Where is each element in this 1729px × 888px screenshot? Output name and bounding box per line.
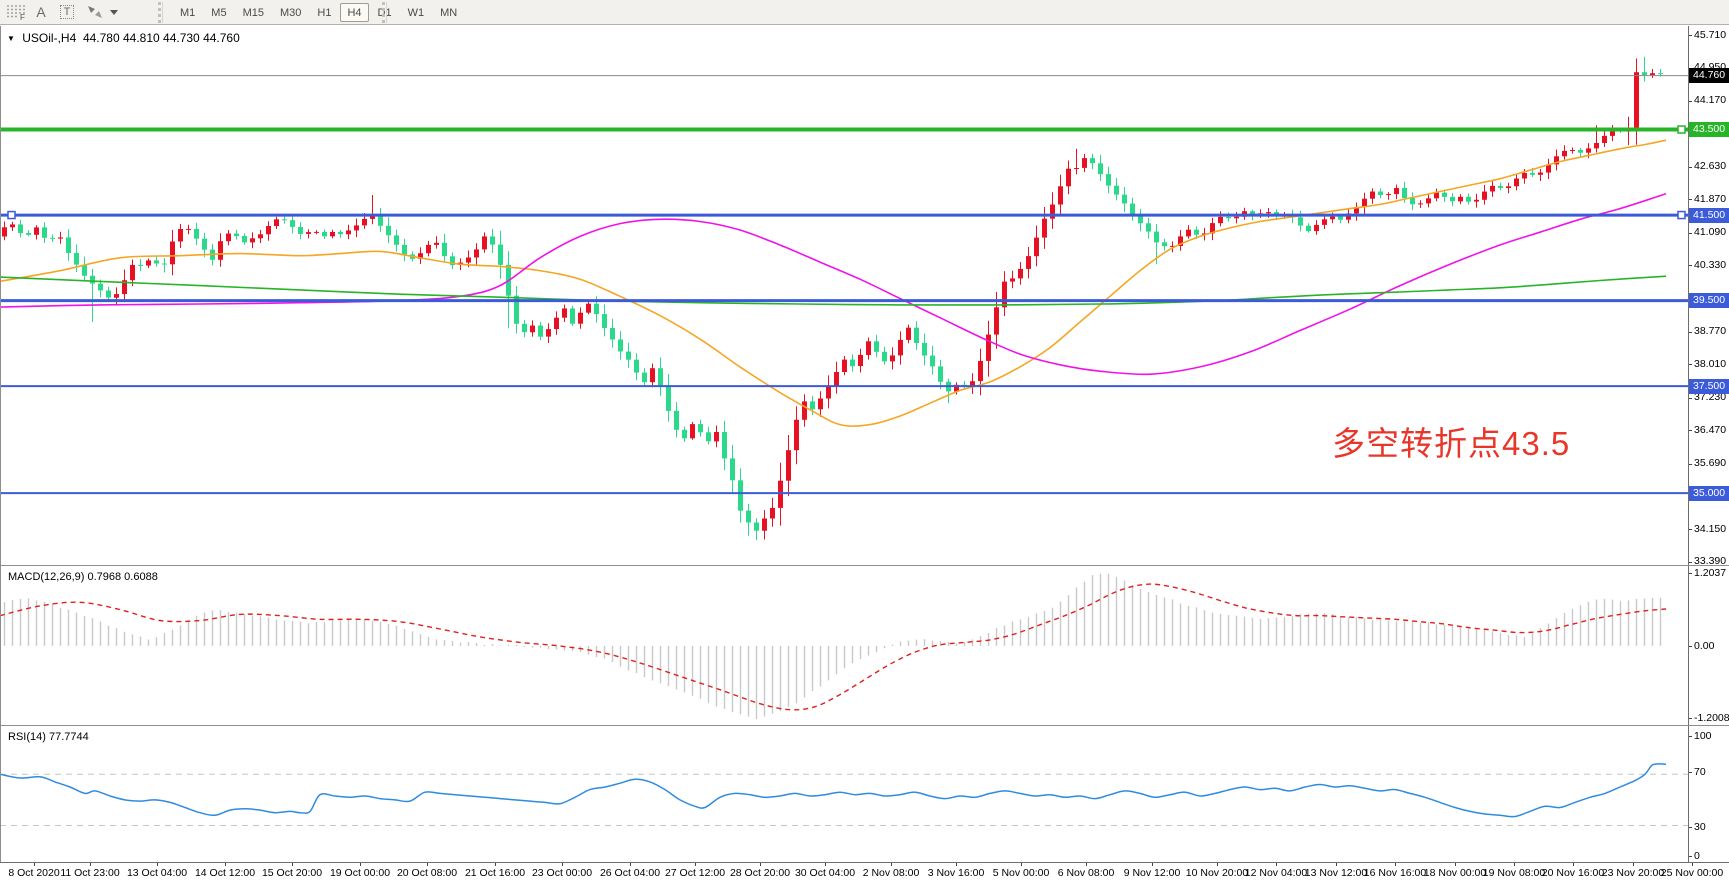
toolbar: F A T M1M5M15M30H1H4D1W1MN [0, 0, 1729, 25]
arrows-dropdown-caret[interactable] [108, 3, 120, 21]
axis-separator-line [1688, 26, 1689, 862]
time-tick-label: 14 Oct 12:00 [195, 867, 255, 879]
time-tick-label: 13 Oct 04:00 [127, 867, 187, 879]
price-tick-label: 42.630 [1694, 160, 1726, 172]
level-badge: 41.500 [1689, 208, 1729, 223]
toolbar-separator [382, 2, 387, 23]
price-tick-label: 34.150 [1694, 523, 1726, 535]
time-tick-label: 9 Nov 12:00 [1124, 867, 1181, 879]
level-line-handle[interactable] [8, 212, 15, 219]
fast-ma-line[interactable] [0, 140, 1666, 426]
panel-separator[interactable] [0, 565, 1729, 566]
macd-tick-label: -1.2008 [1694, 712, 1729, 724]
text-label-glyph: A [36, 4, 45, 20]
time-tick-label: 25 Nov 00:00 [1661, 867, 1723, 879]
chart-symbol-title: ▼ USOil-,H4 44.780 44.810 44.730 44.760 [7, 31, 240, 45]
timeframe-group: M1M5M15M30H1H4D1W1MN [172, 2, 465, 23]
time-tick-label: 23 Nov 20:00 [1602, 867, 1664, 879]
macd-tick-label: 1.2037 [1694, 567, 1726, 579]
time-tick-label: 13 Nov 12:00 [1305, 867, 1367, 879]
price-tick-label: 36.470 [1694, 424, 1726, 436]
timeframe-button-M5[interactable]: M5 [204, 3, 233, 22]
macd-indicator-label: MACD(12,26,9) 0.7968 0.6088 [8, 571, 158, 583]
current-price-badge: 44.760 [1689, 68, 1729, 83]
time-tick-label: 20 Nov 16:00 [1542, 867, 1604, 879]
price-tick-label: 45.710 [1694, 29, 1726, 41]
text-box-icon[interactable]: T [56, 3, 78, 21]
timeframe-button-W1[interactable]: W1 [401, 3, 432, 22]
time-tick-label: 21 Oct 16:00 [465, 867, 525, 879]
chart-left-border [0, 26, 1, 862]
timeframe-button-H4[interactable]: H4 [340, 3, 368, 22]
price-tick-label: 35.690 [1694, 457, 1726, 469]
text-label-icon[interactable]: A [32, 3, 50, 21]
price-tick-label: 38.770 [1694, 325, 1726, 337]
main-price-chart[interactable] [0, 26, 1688, 565]
chart-ohlc-values: 44.780 44.810 44.730 44.760 [83, 31, 240, 45]
rsi-tick-label: 0 [1694, 850, 1700, 862]
price-tick-label: 38.010 [1694, 358, 1726, 370]
level-badge: 43.500 [1689, 122, 1729, 137]
time-tick-label: 6 Nov 08:00 [1058, 867, 1115, 879]
chart-bottom-border [0, 862, 1729, 863]
fibonacci-icon[interactable]: F [4, 3, 30, 21]
timeframe-button-H1[interactable]: H1 [310, 3, 338, 22]
arrows-icon[interactable] [84, 3, 106, 21]
time-tick-label: 27 Oct 12:00 [665, 867, 725, 879]
timeframe-button-MN[interactable]: MN [433, 3, 464, 22]
level-line-handle[interactable] [1678, 126, 1685, 133]
rsi-tick-label: 70 [1694, 766, 1706, 778]
time-tick-label: 2 Nov 08:00 [863, 867, 920, 879]
chart-dropdown-triangle[interactable]: ▼ [7, 34, 15, 43]
toolbar-separator [158, 2, 163, 23]
rsi-tick-label: 100 [1694, 730, 1712, 742]
time-tick-label: 15 Oct 20:00 [262, 867, 322, 879]
time-tick-label: 16 Nov 16:00 [1364, 867, 1426, 879]
time-tick-label: 19 Nov 08:00 [1483, 867, 1545, 879]
time-tick-label: 10 Nov 20:00 [1186, 867, 1248, 879]
macd-tick-label: 0.00 [1694, 640, 1714, 652]
timeframe-button-M30[interactable]: M30 [273, 3, 308, 22]
fibonacci-icon-letter: F [20, 13, 25, 20]
time-tick-label: 23 Oct 00:00 [532, 867, 592, 879]
time-tick-label: 20 Oct 08:00 [397, 867, 457, 879]
time-tick-label: 3 Nov 16:00 [928, 867, 985, 879]
time-tick-label: 19 Oct 00:00 [330, 867, 390, 879]
time-tick-label: 30 Oct 04:00 [795, 867, 855, 879]
price-tick-label: 41.870 [1694, 193, 1726, 205]
level-line-handle[interactable] [1678, 212, 1685, 219]
panel-separator[interactable] [0, 725, 1729, 726]
time-tick-label: 8 Oct 2020 [8, 867, 59, 879]
trading-chart-window: F A T M1M5M15M30H1H4D1W1MN ▼ USOil-,H4 4… [0, 0, 1729, 888]
time-tick-label: 26 Oct 04:00 [600, 867, 660, 879]
macd-signal-line [0, 584, 1666, 710]
price-tick-label: 44.170 [1694, 94, 1726, 106]
text-box-glyph: T [60, 5, 75, 19]
time-tick-label: 12 Nov 04:00 [1245, 867, 1307, 879]
level-badge: 39.500 [1689, 293, 1729, 308]
price-tick-label: 40.330 [1694, 259, 1726, 271]
level-badge: 37.500 [1689, 379, 1729, 394]
time-tick-label: 5 Nov 00:00 [993, 867, 1050, 879]
timeframe-button-M1[interactable]: M1 [173, 3, 202, 22]
rsi-indicator-panel[interactable] [0, 727, 1688, 862]
level-badge: 35.000 [1689, 486, 1729, 501]
timeframe-button-M15[interactable]: M15 [236, 3, 271, 22]
macd-indicator-panel[interactable] [0, 567, 1688, 725]
rsi-indicator-label: RSI(14) 77.7744 [8, 731, 89, 743]
time-tick-label: 11 Oct 23:00 [60, 867, 119, 879]
macd-histogram [5, 574, 1661, 719]
price-tick-label: 41.090 [1694, 226, 1726, 238]
time-tick-label: 28 Oct 20:00 [730, 867, 790, 879]
time-tick-label: 18 Nov 00:00 [1424, 867, 1486, 879]
medium-ma-line[interactable] [0, 194, 1666, 375]
chart-text-annotation[interactable]: 多空转折点43.5 [1332, 417, 1570, 465]
rsi-line [0, 764, 1666, 817]
chart-symbol: USOil-,H4 [22, 31, 76, 45]
rsi-tick-label: 30 [1694, 821, 1706, 833]
